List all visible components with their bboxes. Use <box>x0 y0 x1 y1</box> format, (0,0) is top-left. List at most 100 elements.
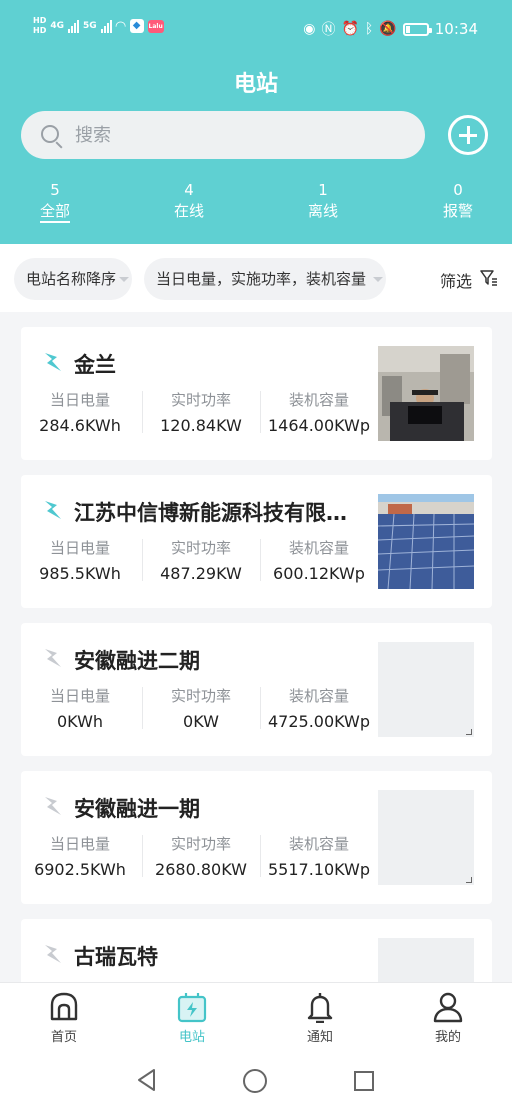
metric-value: 1464.00KWp <box>267 416 371 435</box>
stat-label: 在线 <box>173 202 204 220</box>
tab-label: 电站 <box>178 1030 205 1045</box>
chevron-down-icon <box>119 277 129 282</box>
metric-value: 600.12KWp <box>273 564 365 583</box>
metric-value: 6902.5KWh <box>34 860 126 879</box>
tab-label: 我的 <box>434 1030 461 1045</box>
plant-thumbnail <box>378 494 474 589</box>
plant-card[interactable]: 江苏中信博新能源科技有限… 当日电量 985.5KWh 实时功率 487.29K… <box>21 475 492 608</box>
metric-value: 120.84KW <box>160 416 242 435</box>
bluetooth-icon: ᛒ <box>364 21 374 37</box>
metric-label: 当日电量 <box>49 835 110 853</box>
metric-label: 实时功率 <box>170 835 231 853</box>
tab-offline[interactable]: 1 离线 <box>283 180 363 222</box>
filter-button[interactable]: 筛选 <box>440 268 472 292</box>
plant-card[interactable]: 安徽融进二期 当日电量 0KWh 实时功率 0KW 装机容量 4725.00KW… <box>21 623 492 756</box>
search-bar[interactable] <box>21 111 425 159</box>
metric-label: 实时功率 <box>170 687 231 705</box>
plant-name: 金兰 <box>74 353 116 377</box>
chevron-down-icon <box>373 277 383 282</box>
status-bar-right: ◉ Ⓝ ⏰ ᛒ 🔕 10:34 <box>303 19 478 39</box>
tab-label: 首页 <box>50 1030 77 1045</box>
stat-count: 5 <box>50 181 60 199</box>
lightning-icon <box>45 945 61 963</box>
lightning-icon <box>45 797 61 815</box>
plant-name: 安徽融进二期 <box>74 649 200 673</box>
hd-label: HD <box>33 26 47 35</box>
tab-label: 通知 <box>306 1030 333 1045</box>
metric-value: 0KWh <box>56 712 104 731</box>
plant-name: 江苏中信博新能源科技有限… <box>74 501 347 525</box>
filter-bar: 电站名称降序 当日电量，实施功率，装机容量 筛选 <box>0 244 512 312</box>
plant-name: 安徽融进一期 <box>74 797 200 821</box>
filter-icon[interactable] <box>480 269 498 287</box>
energy-metric: 当日电量 985.5KWh <box>21 537 139 584</box>
recent-apps-icon[interactable] <box>354 1071 374 1091</box>
back-icon[interactable] <box>136 1068 158 1092</box>
home-circle-icon[interactable] <box>243 1069 267 1093</box>
sort-label: 电站名称降序 <box>26 270 117 288</box>
bottom-tab-bar: 首页 电站 通知 我的 <box>0 982 512 1052</box>
page-title: 电站 <box>233 72 278 97</box>
plant-thumbnail-placeholder <box>378 642 474 737</box>
tab-notifications[interactable]: 通知 <box>288 991 352 1045</box>
tab-power-station[interactable]: 电站 <box>160 991 224 1045</box>
capacity-metric: 装机容量 600.12KWp <box>260 537 378 584</box>
hd-indicator: HD HD <box>33 16 46 36</box>
plant-thumbnail-placeholder <box>378 938 474 982</box>
fields-dropdown[interactable]: 当日电量，实施功率，装机容量 <box>144 258 386 300</box>
tab-home[interactable]: 首页 <box>32 991 96 1045</box>
search-input[interactable] <box>75 121 405 149</box>
metric-value: 487.29KW <box>160 564 242 583</box>
metric-value: 284.6KWh <box>39 416 121 435</box>
plant-card[interactable]: 安徽融进一期 当日电量 6902.5KWh 实时功率 2680.80KW 装机容… <box>21 771 492 904</box>
tab-online[interactable]: 4 在线 <box>149 180 229 222</box>
metric-label: 装机容量 <box>288 835 349 853</box>
metric-value: 985.5KWh <box>39 564 121 583</box>
stat-label: 全部 <box>39 202 70 223</box>
app-notification-icon: Lalu <box>147 19 164 33</box>
metric-value: 4725.00KWp <box>267 712 371 731</box>
lightning-icon <box>45 649 61 667</box>
metric-value: 5517.10KWp <box>267 860 371 879</box>
plant-thumbnail <box>378 346 474 441</box>
power-station-icon <box>177 993 207 1023</box>
tab-all[interactable]: 5 全部 <box>15 180 95 223</box>
status-bar: HD HD 4G 5G ◠ ◆ Lalu ◉ Ⓝ ⏰ ᛒ 🔕 10:34 <box>0 0 512 56</box>
plant-card[interactable]: 金兰 当日电量 284.6KWh 实时功率 120.84KW 装机容量 1464… <box>21 327 492 460</box>
plant-list: 金兰 当日电量 284.6KWh 实时功率 120.84KW 装机容量 1464… <box>0 312 512 982</box>
header: 电站 5 全部 4 在线 1 离线 0 报警 <box>0 56 512 244</box>
mute-icon: 🔕 <box>379 21 397 37</box>
metric-label: 装机容量 <box>288 539 349 557</box>
alarm-icon: ⏰ <box>341 21 359 37</box>
capacity-metric: 装机容量 4725.00KWp <box>260 685 378 732</box>
plant-thumbnail-placeholder <box>378 790 474 885</box>
shield-app-icon: ◆ <box>129 19 144 33</box>
user-icon <box>433 992 463 1023</box>
tab-profile[interactable]: 我的 <box>416 991 480 1045</box>
status-tabs: 5 全部 4 在线 1 离线 0 报警 <box>0 180 512 230</box>
signal-icon <box>100 19 112 33</box>
home-icon <box>50 992 78 1021</box>
power-metric: 实时功率 0KW <box>142 685 260 732</box>
plant-card[interactable]: 古瑞瓦特 <box>21 919 492 982</box>
stat-count: 0 <box>453 181 463 199</box>
fields-label: 当日电量，实施功率，装机容量 <box>156 270 367 288</box>
status-bar-left: HD HD 4G 5G ◠ ◆ Lalu <box>33 16 164 36</box>
nfc-icon: Ⓝ <box>321 22 336 38</box>
capacity-metric: 装机容量 5517.10KWp <box>260 833 378 880</box>
bell-icon <box>307 993 333 1023</box>
metric-label: 当日电量 <box>49 391 110 409</box>
add-plant-button[interactable] <box>448 115 488 155</box>
lightning-icon <box>45 501 61 519</box>
system-nav-bar <box>0 1052 512 1109</box>
signal-icon <box>68 19 79 33</box>
network-4g-label: 4G <box>50 21 64 31</box>
search-icon <box>41 125 59 143</box>
metric-label: 装机容量 <box>288 391 349 409</box>
energy-metric: 当日电量 0KWh <box>21 685 139 732</box>
capacity-metric: 装机容量 1464.00KWp <box>260 389 378 436</box>
tab-alarm[interactable]: 0 报警 <box>418 180 498 222</box>
metric-value: 2680.80KW <box>155 860 247 879</box>
power-metric: 实时功率 487.29KW <box>142 537 260 584</box>
sort-dropdown[interactable]: 电站名称降序 <box>14 258 132 300</box>
